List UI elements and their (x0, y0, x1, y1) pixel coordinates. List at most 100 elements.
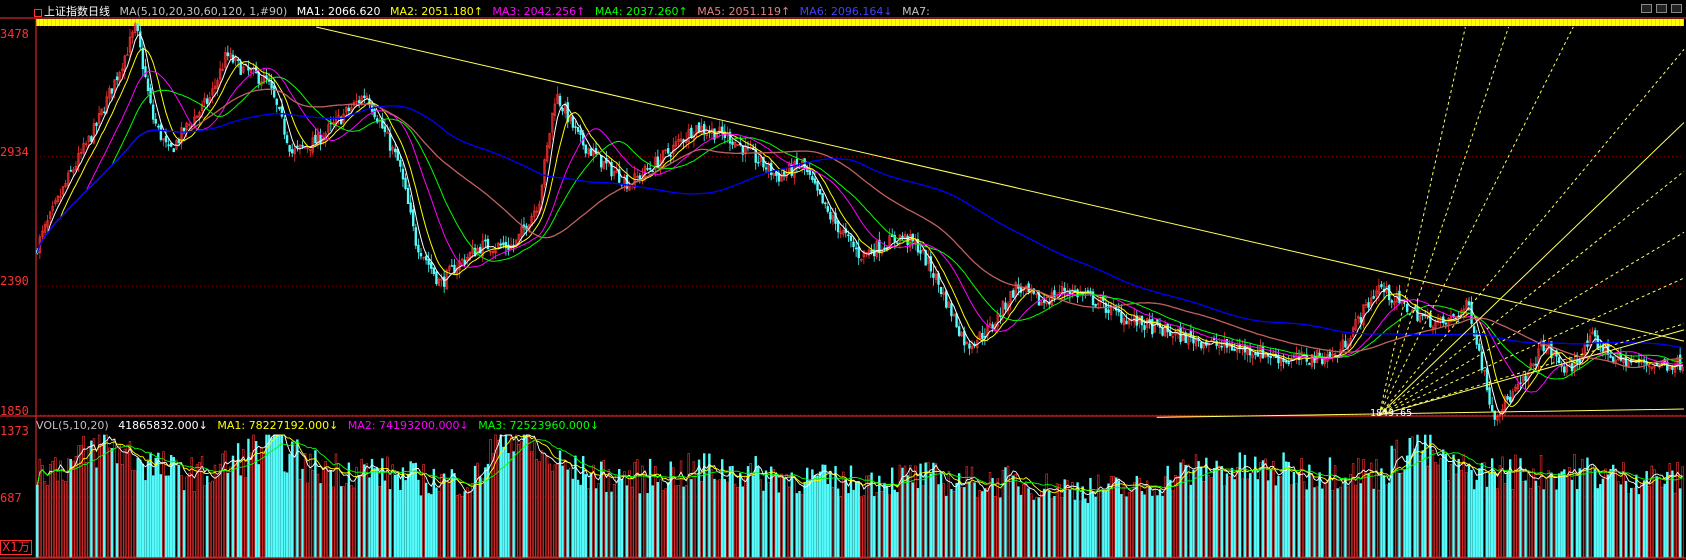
volume-bar (1099, 491, 1102, 558)
candle-body (427, 258, 430, 265)
volume-bar (1315, 486, 1319, 558)
volume-bar (157, 452, 160, 558)
volume-bar (1261, 460, 1265, 558)
volume-bar (957, 473, 961, 558)
volume-bar (1161, 495, 1164, 558)
candle-body (167, 144, 170, 147)
volume-bar (728, 466, 732, 558)
volume-bar (741, 486, 745, 558)
volume-bar (646, 493, 649, 558)
volume-bar (113, 438, 116, 558)
volume-bar (1019, 494, 1023, 558)
candle-body (1480, 351, 1484, 371)
candle-body (417, 244, 420, 253)
low-price-annotation: 1849.65 (1370, 408, 1413, 419)
volume-bar (520, 441, 523, 558)
volume-bar (1292, 471, 1296, 558)
candle-body (558, 95, 562, 106)
candle-body (278, 106, 281, 110)
volume-bar (1424, 434, 1427, 558)
volume-bar (1606, 474, 1610, 558)
volume-bar (1508, 459, 1512, 558)
volume-bar (659, 479, 662, 558)
candle-body (275, 98, 278, 105)
candle-body (272, 85, 276, 98)
candle-body (409, 202, 412, 213)
candle-body (1199, 342, 1203, 349)
volume-bar (1130, 489, 1133, 558)
candle-body (1508, 396, 1512, 402)
volume-bar (399, 489, 402, 558)
ma1-line (36, 33, 1683, 415)
volume-bar (1024, 481, 1028, 558)
volume-bar (1045, 473, 1048, 558)
volume-bar (1377, 489, 1381, 558)
volume-bar (224, 450, 227, 558)
volume-bar (726, 481, 729, 558)
volume-bar (929, 473, 933, 558)
candle-body (159, 124, 163, 140)
volume-bar (507, 453, 510, 558)
volume-bar (963, 487, 966, 558)
volume-bar (440, 473, 443, 558)
volume-bar (1336, 488, 1339, 558)
volume-bar (718, 479, 721, 558)
candle-body (357, 100, 361, 104)
volume-bar (350, 485, 353, 558)
volume-bar (48, 464, 52, 558)
kline-chart[interactable] (0, 0, 1686, 560)
volume-bar (1078, 500, 1082, 558)
volume-bar (1578, 468, 1581, 558)
volume-bar (226, 472, 230, 558)
candle-body (226, 52, 230, 57)
volume-bar (1076, 482, 1079, 558)
volume-bar (1418, 455, 1422, 558)
volume-bar (1277, 475, 1280, 558)
volume-bar (1086, 502, 1090, 558)
volume-bar (561, 465, 564, 558)
volume-bar (1583, 469, 1587, 558)
volume-bar (51, 460, 54, 558)
volume-bar (1091, 491, 1095, 558)
volume-bar (777, 492, 781, 558)
volume-bar (715, 480, 719, 558)
candle-body (816, 180, 819, 191)
volume-bar (813, 475, 817, 558)
volume-bar (829, 470, 832, 558)
candle-body (383, 126, 387, 133)
volume-bar (952, 491, 956, 558)
volume-bar (278, 434, 281, 558)
volume-bar (1102, 489, 1105, 558)
volume-bar (1596, 488, 1599, 558)
candle-body (1596, 335, 1599, 349)
volume-bar (473, 465, 477, 558)
volume-bar (996, 478, 999, 558)
volume-bar (975, 497, 979, 558)
candle-body (1063, 287, 1066, 292)
volume-bar (669, 461, 672, 558)
volume-bar (1151, 495, 1154, 558)
candle-body (1380, 284, 1383, 288)
candle-body (1593, 330, 1597, 337)
volume-bar (947, 471, 951, 558)
volume-bar (641, 465, 644, 558)
volume-bar (1207, 475, 1211, 558)
volume-bar (983, 488, 987, 558)
volume-bar (262, 451, 266, 558)
volume-bar (298, 478, 302, 558)
volume-bar (185, 476, 188, 558)
volume-bar (839, 496, 842, 558)
volume-bar (352, 487, 356, 558)
candle-body (164, 135, 168, 143)
volume-bar (757, 466, 760, 558)
volume-bar (1156, 495, 1159, 558)
volume-bar (1380, 468, 1383, 558)
volume-bar (1611, 464, 1615, 558)
volume-bar (620, 478, 624, 558)
volume-bar (978, 490, 981, 558)
volume-bar (700, 480, 703, 558)
volume-bar (453, 473, 456, 558)
volume-bar (898, 464, 902, 558)
candle-body (430, 262, 433, 269)
volume-bar (762, 490, 765, 558)
